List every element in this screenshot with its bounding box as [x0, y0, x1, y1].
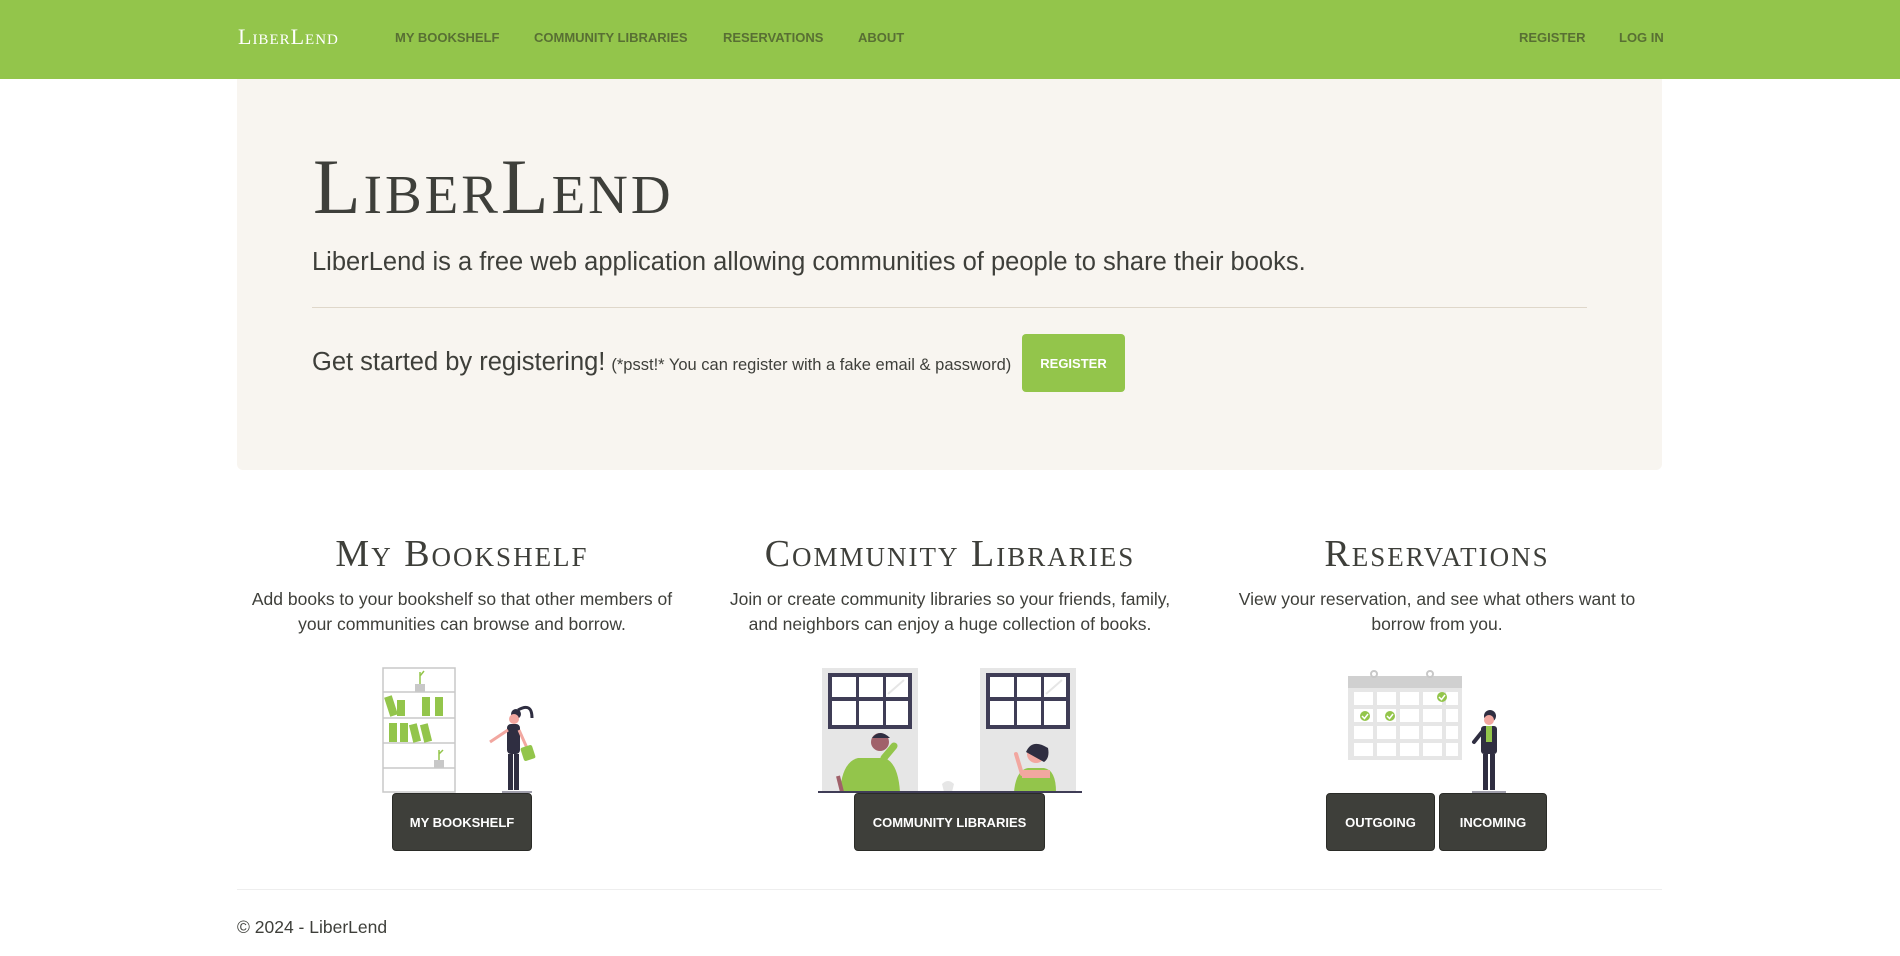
feature-title-community-libraries: Community Libraries: [764, 533, 1136, 575]
nav-link-about[interactable]: About: [858, 30, 904, 45]
nav-link-community-libraries[interactable]: Community Libraries: [534, 30, 688, 45]
nav-link-register[interactable]: Register: [1519, 30, 1585, 45]
description-line: Add books to your bookshelf so that othe…: [251, 589, 673, 609]
brand-link[interactable]: LiberLend: [238, 24, 339, 50]
feature-description-reservations: View your reservation, and see what othe…: [1212, 587, 1662, 637]
calendar-reservation-illustration: [1348, 670, 1506, 793]
hero-title: LiberLend: [313, 143, 674, 230]
nav-link-my-bookshelf[interactable]: My Bookshelf: [395, 30, 500, 45]
community-windows-illustration: [818, 668, 1082, 793]
description-line: and neighbors can enjoy a huge collectio…: [748, 614, 1152, 634]
description-line: your communities can browse and borrow.: [298, 614, 626, 634]
cta-text: Get started by registering!: [312, 348, 606, 376]
feature-description-my-bookshelf: Add books to your bookshelf so that othe…: [237, 587, 687, 637]
cta-row: Get started by registering! (*psst!* You …: [312, 348, 1011, 377]
cta-note: (*psst!* You can register with a fake em…: [611, 356, 1012, 374]
footer-divider: [237, 889, 1662, 890]
feature-title-my-bookshelf: My Bookshelf: [335, 533, 589, 575]
description-line: Join or create community libraries so yo…: [729, 589, 1171, 609]
description-line: borrow from you.: [1371, 614, 1503, 634]
hero-register-button[interactable]: Register: [1022, 334, 1125, 392]
description-line: View your reservation, and see what othe…: [1238, 589, 1636, 609]
hero-divider: [312, 307, 1587, 308]
feature-description-community-libraries: Join or create community libraries so yo…: [711, 587, 1189, 637]
footer-copyright: © 2024 - LiberLend: [237, 917, 388, 937]
incoming-button[interactable]: Incoming: [1439, 793, 1547, 851]
navbar: LiberLend My Bookshelf Community Librari…: [0, 0, 1900, 79]
hero-lead: LiberLend is a free web application allo…: [312, 248, 1306, 276]
nav-link-reservations[interactable]: Reservations: [723, 30, 823, 45]
feature-title-reservations: Reservations: [1324, 533, 1550, 575]
bookshelf-illustration: [382, 667, 536, 793]
my-bookshelf-button[interactable]: My Bookshelf: [392, 793, 532, 851]
community-libraries-button[interactable]: Community Libraries: [854, 793, 1045, 851]
nav-link-log-in[interactable]: Log in: [1619, 30, 1664, 45]
outgoing-button[interactable]: Outgoing: [1326, 793, 1435, 851]
